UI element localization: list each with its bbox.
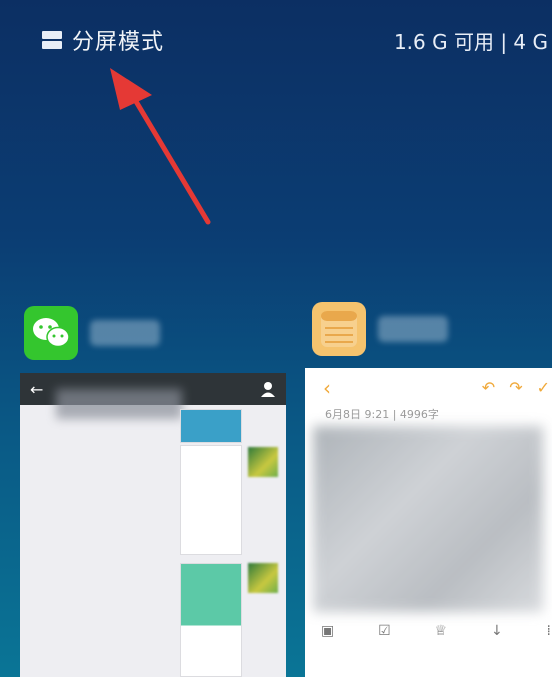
wechat-icon (24, 306, 78, 360)
avatar (248, 447, 278, 477)
note-content-blurred (313, 426, 543, 612)
screenshot-message-thumb-2[interactable] (180, 563, 242, 677)
chat-title-blurred (56, 389, 182, 419)
avatar-2 (248, 563, 278, 593)
back-arrow-icon[interactable]: ← (30, 380, 43, 399)
notes-app-name-blurred (378, 316, 448, 342)
notes-back-icon[interactable]: ‹ (323, 376, 331, 400)
notes-toolbar: ↶ ↷ ✓ (482, 378, 550, 397)
notes-task-card[interactable]: ‹ ↶ ↷ ✓ 6月8日 9:21 | 4996字 ▣ ☑ ♕ ↓ ⁞ (305, 368, 552, 677)
undo-icon[interactable]: ↶ (482, 378, 495, 397)
wechat-app-name-blurred (90, 320, 160, 346)
notes-bottom-toolbar: ▣ ☑ ♕ ↓ ⁞ (321, 623, 551, 639)
wechat-task-card[interactable]: ← (20, 373, 286, 677)
text-cursor-icon[interactable]: ↓ (491, 623, 503, 639)
redo-icon[interactable]: ↷ (509, 378, 522, 397)
confirm-icon[interactable]: ✓ (537, 378, 550, 397)
wechat-app-header[interactable] (24, 306, 160, 360)
screenshot-message-thumb[interactable] (180, 445, 242, 555)
person-icon[interactable] (260, 381, 276, 397)
image-insert-icon[interactable]: ▣ (321, 623, 334, 639)
shirt-icon[interactable]: ♕ (435, 623, 448, 639)
checklist-icon[interactable]: ☑ (378, 623, 391, 639)
image-message-thumb[interactable] (180, 409, 242, 443)
notes-app-header[interactable] (312, 302, 448, 356)
voice-icon[interactable]: ⁞ (547, 623, 551, 639)
note-date: 6月8日 9:21 | 4996字 (325, 408, 439, 421)
notes-icon (312, 302, 366, 356)
